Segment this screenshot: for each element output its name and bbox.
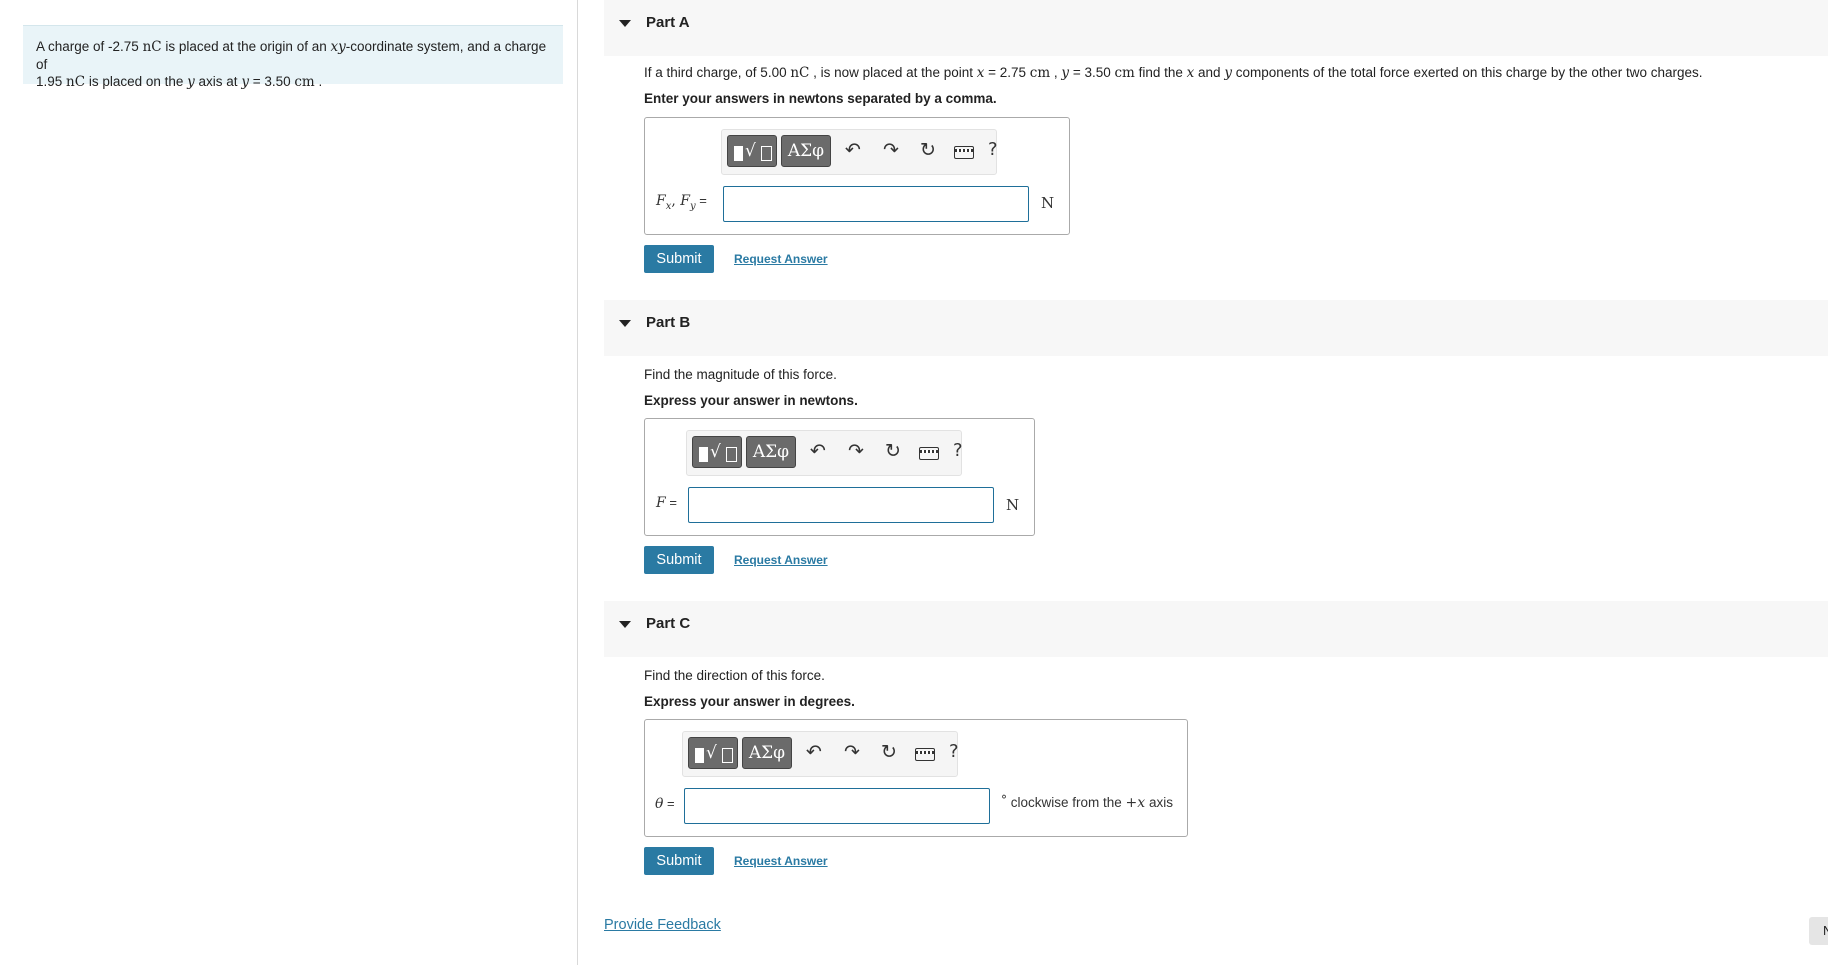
math-var-y: y [187,74,195,90]
keyboard-icon[interactable] [915,748,935,761]
question-text-segment: = 3.50 [1069,65,1115,80]
part-b-title: Part B [646,314,691,331]
redo-icon[interactable]: ↷ [848,440,864,462]
question-text-segment: If a third charge, of 5.00 [644,65,791,80]
math-var-y: y [1224,65,1232,81]
part-c-title: Part C [646,615,691,632]
collapse-caret-icon[interactable] [619,20,631,27]
part-a-request-answer-link[interactable]: Request Answer [734,252,828,266]
greek-symbols-button[interactable]: ΑΣφ [781,135,831,167]
part-b-instruction: Express your answer in newtons. [644,393,858,408]
answer-variable-label: θ = [655,796,675,812]
problem-text-segment: . [314,74,323,89]
unit-label: N [1041,194,1055,212]
redo-icon[interactable]: ↷ [844,741,860,763]
part-c-answer-box: √ ΑΣφ ↶ ↷ ↻ ? θ = ° clockwise from the +… [644,719,1188,837]
problem-text-segment: is placed on the [85,74,188,89]
problem-text-segment: = 3.50 [248,74,295,89]
part-a-question: If a third charge, of 5.00 nC , is now p… [644,65,1702,81]
keyboard-icon[interactable] [919,447,939,460]
math-var-xy: xy [330,39,346,55]
part-c-header[interactable]: Part C [604,601,1828,657]
question-text-segment: , is now placed at the point [809,65,977,80]
unit-cm: cm [1114,65,1135,81]
help-icon[interactable]: ? [953,440,963,461]
part-b-answer-input[interactable] [688,487,994,523]
help-icon[interactable]: ? [988,139,998,160]
part-a-title: Part A [646,14,690,31]
keyboard-icon[interactable] [954,146,974,159]
problem-text-segment: is placed at the origin of an [161,39,331,54]
question-text-segment: components of the total force exerted on… [1231,65,1703,80]
undo-icon[interactable]: ↶ [806,741,822,763]
part-c-answer-input[interactable] [684,788,990,824]
reset-icon[interactable]: ↻ [885,440,901,462]
greek-symbols-button[interactable]: ΑΣφ [746,436,796,468]
var-f: F [656,495,666,511]
equals-sign: = [663,796,675,811]
separator: , [671,193,681,209]
unit-cm: cm [294,74,315,90]
part-a-answer-box: √ ΑΣφ ↶ ↷ ↻ ? Fx, Fy = N [644,117,1070,235]
next-tab-button[interactable]: N [1809,917,1828,945]
part-b-question: Find the magnitude of this force. [644,367,837,382]
unit-cm: cm [1029,65,1051,81]
math-var-plus-x: +x [1125,795,1146,811]
math-toolbar: √ ΑΣφ ↶ ↷ ↻ ? [682,731,959,777]
part-c-instruction: Express your answer in degrees. [644,694,855,709]
unit-text-segment: axis [1145,795,1173,810]
unit-label: ° clockwise from the +x axis [1001,793,1173,811]
unit-nc: nC [66,74,86,90]
part-a-instruction: Enter your answers in newtons separated … [644,91,997,106]
help-icon[interactable]: ? [949,741,959,762]
answer-variable-label: F = [656,495,677,511]
var-f: F [656,193,666,209]
question-text-segment: , [1050,65,1062,80]
problem-panel: A charge of -2.75 nC is placed at the or… [0,0,578,965]
part-b-answer-box: √ ΑΣφ ↶ ↷ ↻ ? F = N [644,418,1035,536]
collapse-caret-icon[interactable] [619,621,631,628]
reset-icon[interactable]: ↻ [881,741,897,763]
problem-statement: A charge of -2.75 nC is placed at the or… [36,38,556,91]
var-f: F [680,193,690,209]
fraction-radical-template-icon[interactable]: √ [688,737,738,769]
question-text-segment: = 2.75 [984,65,1030,80]
redo-icon[interactable]: ↷ [883,139,899,161]
equals-sign: = [665,495,677,510]
fraction-radical-template-icon[interactable]: √ [727,135,777,167]
part-b-submit-button[interactable]: Submit [644,546,714,574]
math-var-y: y [241,74,249,90]
fraction-radical-template-icon[interactable]: √ [692,436,742,468]
answer-variable-label: Fx, Fy = [656,193,707,212]
equals-sign: = [695,193,707,208]
math-toolbar: √ ΑΣφ ↶ ↷ ↻ ? [721,129,998,175]
reset-icon[interactable]: ↻ [920,139,936,161]
problem-text-segment: 1.95 [36,74,67,89]
problem-statement-box: A charge of -2.75 nC is placed at the or… [23,25,563,90]
part-c-question: Find the direction of this force. [644,668,825,683]
math-toolbar: √ ΑΣφ ↶ ↷ ↻ ? [686,430,963,476]
unit-text-segment: clockwise from the [1007,795,1126,810]
question-text-segment: and [1194,65,1225,80]
undo-icon[interactable]: ↶ [845,139,861,161]
part-b-header[interactable]: Part B [604,300,1828,356]
collapse-caret-icon[interactable] [619,320,631,327]
unit-nc: nC [142,39,162,55]
problem-text-segment: A charge of -2.75 [36,39,143,54]
part-b-request-answer-link[interactable]: Request Answer [734,553,828,567]
part-a-header[interactable]: Part A [604,0,1828,56]
question-text-segment: find the [1134,65,1187,80]
undo-icon[interactable]: ↶ [810,440,826,462]
greek-symbols-button[interactable]: ΑΣφ [742,737,792,769]
part-c-submit-button[interactable]: Submit [644,847,714,875]
unit-label: N [1006,496,1020,514]
part-a-submit-button[interactable]: Submit [644,245,714,273]
unit-nc: nC [790,65,810,81]
part-c-request-answer-link[interactable]: Request Answer [734,854,828,868]
provide-feedback-link[interactable]: Provide Feedback [604,917,721,933]
problem-text-segment: axis at [194,74,242,89]
part-a-answer-input[interactable] [723,186,1029,222]
math-var-y: y [1061,65,1070,81]
